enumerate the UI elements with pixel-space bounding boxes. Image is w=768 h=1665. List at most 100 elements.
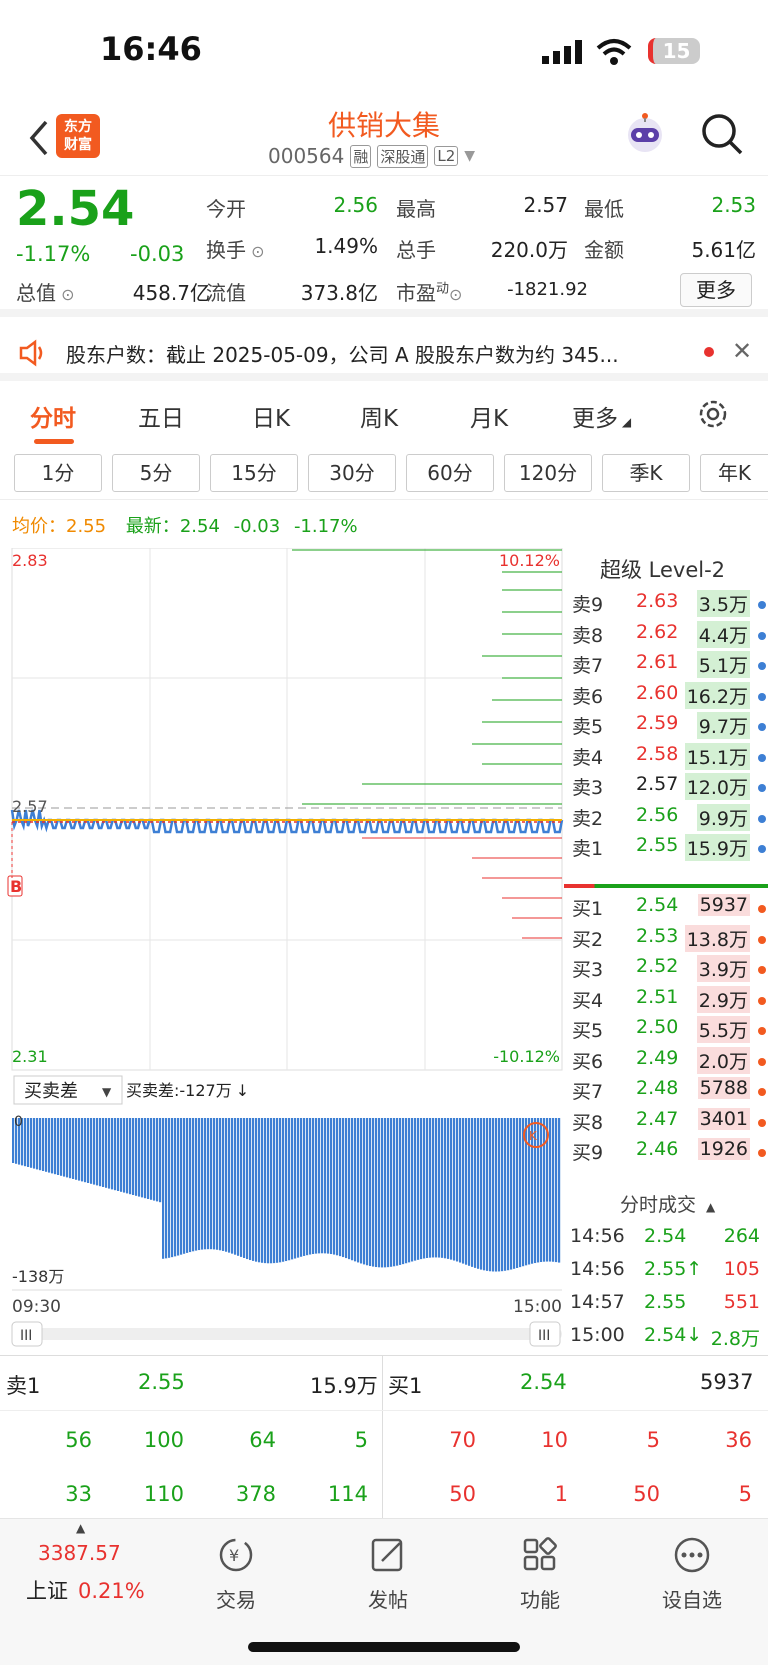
level-label: 买7 [572,1081,604,1103]
level-price: 2.55 [636,834,679,856]
indicator-bar [408,1118,411,1263]
level-label: 卖3 [572,777,604,799]
turnover-label[interactable]: 换手 ⊙ [206,234,265,263]
indicator-bar [258,1118,261,1263]
tab-monthly-k[interactable]: 月K [470,399,508,433]
level-price: 2.53 [636,924,679,947]
tab-more[interactable]: 更多 ◢ [572,399,631,433]
indicator-bar [543,1118,546,1262]
float-label: 流值 [206,281,246,305]
index-ticker[interactable]: 上证 0.21% [26,1575,145,1605]
level-volume: 1926 [697,1138,750,1160]
indicator-bar [270,1118,273,1264]
tab-weekly-k[interactable]: 周K [360,399,398,433]
indicator-bar [72,1118,75,1179]
bottom-bid-label: 买1 [388,1374,423,1398]
bottom-ask-label: 卖1 [6,1374,41,1398]
trade-price: 2.55↑ [644,1258,703,1280]
bottom-bid-price: 2.54 [520,1370,567,1394]
tab-intraday[interactable]: 分时 [30,399,76,433]
period-60min[interactable]: 60分 [406,454,494,492]
tab-add-watchlist[interactable]: 设自选 [642,1535,742,1613]
indicator-bar [438,1118,441,1258]
time-scrollbar[interactable] [12,1328,562,1340]
trades-header[interactable]: 分时成交 ▲ [620,1190,715,1217]
more-button[interactable]: 更多 [680,273,752,307]
indicator-bar [243,1118,246,1258]
ask-row: 卖8 2.62 4.4万 [564,620,768,653]
settings-gear-icon[interactable] [696,397,730,431]
indicator-bar [234,1118,237,1255]
indicator-bar [492,1118,495,1272]
level-label: 买1 [572,898,604,920]
level-label: 买5 [572,1020,604,1042]
ask-row: 卖1 2.55 15.9万 [564,834,768,866]
level2-title: 超级 Level-2 [600,558,726,582]
indicator-bar [474,1118,477,1268]
level-dot [758,1027,766,1035]
indicator-bar [507,1118,510,1271]
level-price: 2.49 [636,1046,679,1069]
period-30min[interactable]: 30分 [308,454,396,492]
tag-margin: 融 [350,144,372,168]
search-icon[interactable] [700,112,744,156]
close-icon[interactable]: ✕ [732,337,752,365]
period-year-k[interactable]: 年K [700,454,768,492]
indicator-bar [210,1118,213,1250]
level-label: 卖5 [572,716,604,738]
stock-code-row[interactable]: 000564 融 深股通 L2 ▼ [268,144,475,168]
bid-row: 买4 2.51 2.9万 [564,985,768,1018]
indicator-bar [372,1118,375,1267]
indicator-bar [414,1118,417,1261]
indicator-bar [99,1118,102,1187]
indicator-bar [435,1118,438,1258]
period-120min[interactable]: 120分 [504,454,592,492]
tab-five-day[interactable]: 五日 [138,399,184,433]
indicator-bar [327,1118,330,1254]
level-price: 2.46 [636,1138,679,1160]
amount-label: 金额 [584,238,624,262]
level-dot [758,692,766,701]
change-amount: -0.03 [130,242,185,266]
indicator-bar [237,1118,240,1256]
robot-assistant-icon[interactable] [622,110,668,156]
bid-row: 买1 2.54 5937 [564,894,768,926]
pe-label[interactable]: 市盈动⊙ [396,277,462,306]
period-15min[interactable]: 15分 [210,454,298,492]
index-value[interactable]: 3387.57 [38,1541,121,1565]
indicator-bar [486,1118,489,1271]
level-volume: 5788 [697,1077,750,1099]
indicator-bar [288,1118,291,1261]
bottom-book: 卖1 2.55 15.9万 买1 2.54 5937 56 100 64 5 33 110… [0,1355,768,1518]
indicator-bar [396,1118,399,1266]
indicator-bar [63,1118,66,1177]
period-quarter-k[interactable]: 季K [602,454,690,492]
notice-bar[interactable]: 股东户数：截止 2025-05-09，公司 A 股股东户数为约 345... ✕ [0,325,768,381]
y-axis-bottom: 2.31 [12,1047,48,1066]
period-5min[interactable]: 5分 [112,454,200,492]
speaker-icon [19,339,43,367]
bid-row: 买9 2.46 1926 [564,1138,768,1170]
nav-bar: 东方 财富 供销大集 000564 融 深股通 L2 ▼ [0,100,768,176]
intraday-chart[interactable]: 2.83 2.57 2.31 10.12% -10.12% B 买卖差 ▼ 买卖… [0,548,564,1348]
tab-functions[interactable]: 功能 [490,1535,590,1613]
tab-trade[interactable]: ¥ 交易 [186,1535,286,1613]
level-price: 2.54 [636,894,679,916]
level-dot [758,601,766,609]
indicator-bar [198,1118,201,1251]
ask-row: 卖3 2.57 12.0万 [564,773,768,805]
level-volume: 15.1万 [684,742,750,770]
indicator-bar [348,1118,351,1260]
avg-price-row: 均价：2.55 最新：2.54 -0.03 -1.17% [12,516,358,537]
indicator-bar [519,1118,522,1268]
indicator-bar [465,1118,468,1265]
home-indicator [248,1642,520,1652]
period-1min[interactable]: 1分 [14,454,102,492]
mktcap-label[interactable]: 总值 ⊙ [16,277,75,306]
tab-daily-k[interactable]: 日K [252,399,290,433]
indicator-bar [315,1118,318,1254]
level-price: 2.59 [636,712,679,734]
tab-post[interactable]: 发帖 [338,1535,438,1613]
pct-axis-top: 10.12% [499,551,560,570]
indicator-bar [345,1118,348,1259]
